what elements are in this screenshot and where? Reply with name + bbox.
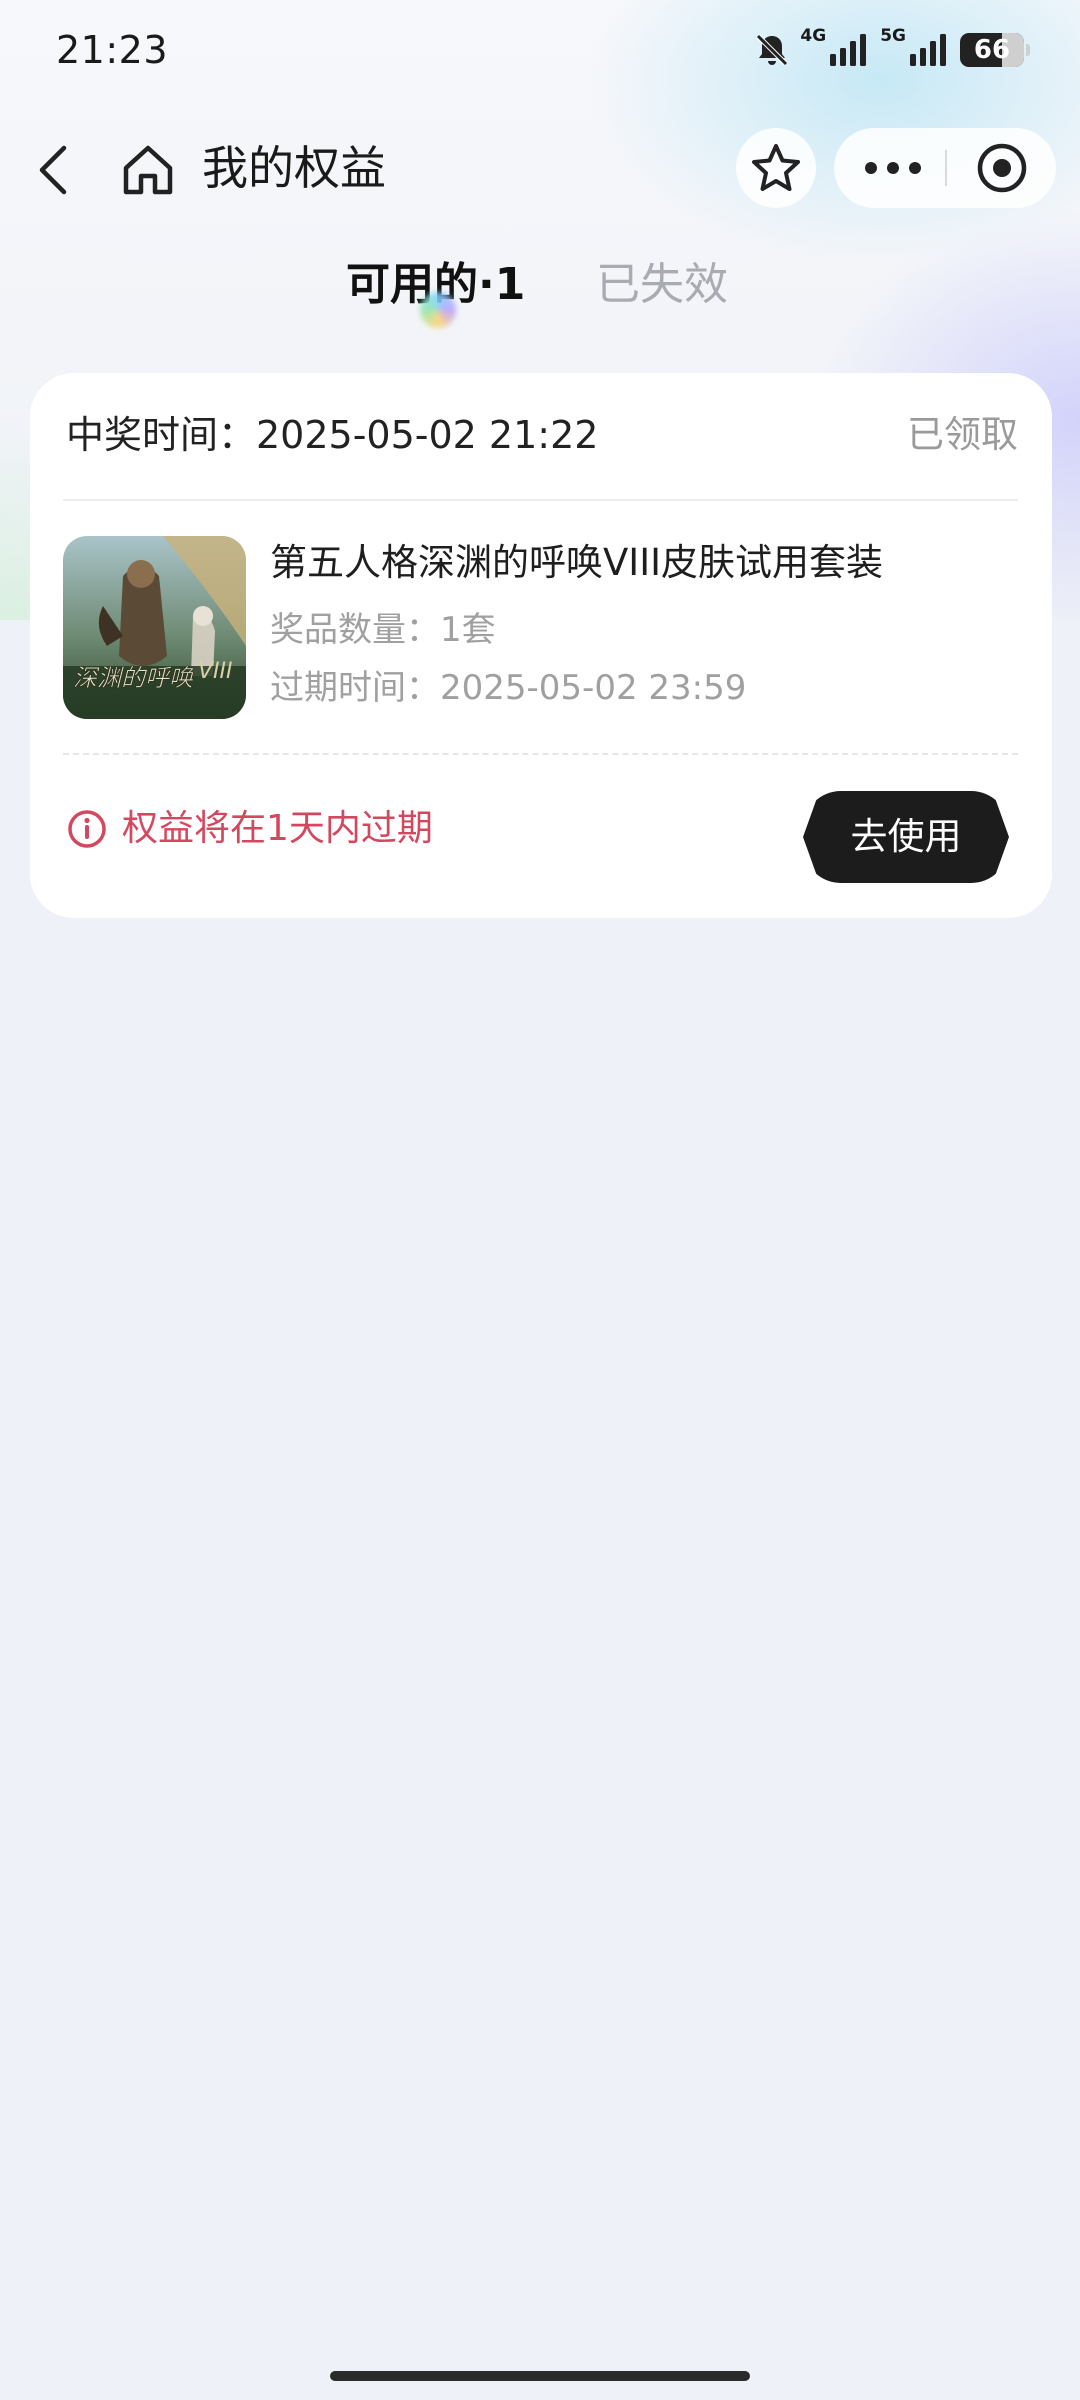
- home-indicator[interactable]: [330, 2371, 750, 2381]
- prize-image: 深渊的呼唤 VIII: [63, 536, 246, 719]
- signal-4g-icon: [828, 32, 872, 68]
- tab-bar: 可用的·1 已失效: [0, 250, 1080, 330]
- svg-text:VIII: VIII: [198, 659, 233, 684]
- home-icon: [123, 145, 173, 195]
- back-icon: [39, 145, 67, 195]
- more-icon: [865, 162, 921, 174]
- more-button[interactable]: [856, 128, 930, 208]
- card-dashed-divider: [63, 753, 1018, 755]
- home-button[interactable]: [118, 142, 178, 198]
- expiry-warning-text: 权益将在1天内过期: [122, 808, 433, 849]
- capsule-divider: [945, 150, 947, 186]
- close-mini-program-icon: [977, 143, 1027, 193]
- prize-name: 第五人格深渊的呼唤VIII皮肤试用套装: [270, 541, 884, 584]
- status-icons: 4G 5G 66: [752, 26, 1030, 70]
- net-5g-label: 5G: [880, 26, 906, 46]
- status-time: 21:23: [56, 28, 169, 72]
- net-4g-label: 4G: [800, 26, 827, 46]
- tab-active-indicator: [420, 292, 456, 328]
- use-button[interactable]: 去使用: [803, 791, 1009, 883]
- prize-expire-time: 过期时间：2025-05-02 23:59: [270, 668, 747, 708]
- page-title: 我的权益: [202, 141, 386, 195]
- back-button[interactable]: [28, 142, 84, 198]
- expiry-warning: 权益将在1天内过期: [66, 803, 433, 855]
- win-time: 中奖时间：2025-05-02 21:22: [66, 413, 599, 457]
- battery-icon: 66: [960, 33, 1030, 67]
- favorite-button[interactable]: [736, 128, 816, 208]
- mini-program-capsule: [834, 128, 1056, 208]
- status-bar: 21:23 4G 5G 66: [0, 0, 1080, 100]
- silent-bell-icon: [752, 30, 792, 70]
- nav-bar: 我的权益: [0, 120, 1080, 220]
- tab-expired[interactable]: 已失效: [596, 250, 728, 320]
- claim-status: 已领取: [907, 413, 1018, 456]
- close-mini-program-button[interactable]: [962, 128, 1042, 208]
- signal-5g-icon: [908, 32, 952, 68]
- prize-quantity: 奖品数量：1套: [270, 610, 496, 650]
- battery-level: 66: [973, 35, 1011, 65]
- benefit-card: 中奖时间：2025-05-02 21:22 已领取 深渊的呼唤 VIII 第五人…: [30, 373, 1052, 918]
- star-icon: [752, 144, 800, 191]
- prize-image-caption: 深渊的呼唤: [73, 664, 194, 692]
- card-divider: [63, 499, 1018, 501]
- info-icon: [68, 810, 106, 848]
